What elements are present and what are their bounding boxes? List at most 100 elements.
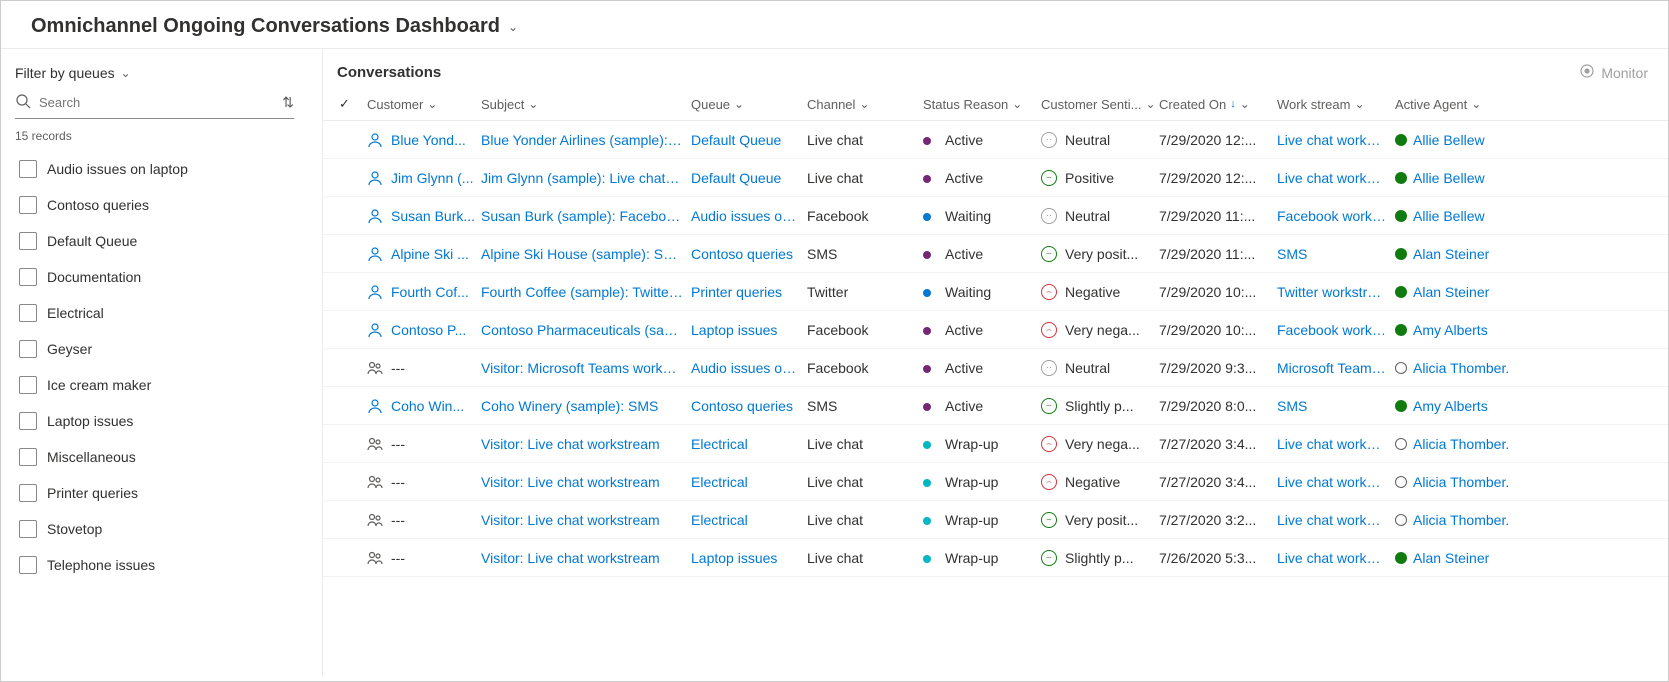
customer-link[interactable]: Alpine Ski ...: [391, 246, 469, 262]
col-status[interactable]: Status Reason ⌄: [923, 96, 1041, 112]
queue-link[interactable]: Electrical: [691, 474, 807, 490]
table-row[interactable]: Susan Burk... Susan Burk (sample): Facebo…: [323, 197, 1668, 235]
table-row[interactable]: ---Visitor: Live chat workstreamLaptop i…: [323, 539, 1668, 577]
queue-item[interactable]: Geyser: [15, 331, 310, 367]
queue-link[interactable]: Contoso queries: [691, 246, 807, 262]
queue-item[interactable]: Contoso queries: [15, 187, 310, 223]
table-row[interactable]: ---Visitor: Live chat workstreamElectric…: [323, 463, 1668, 501]
table-row[interactable]: Blue Yond... Blue Yonder Airlines (sample…: [323, 121, 1668, 159]
agent-link[interactable]: Alicia Thomber.: [1413, 512, 1509, 528]
queue-item[interactable]: Audio issues on laptop: [15, 151, 310, 187]
search-input[interactable]: [39, 95, 274, 110]
queue-item[interactable]: Printer queries: [15, 475, 310, 511]
col-subject[interactable]: Subject ⌄: [481, 96, 691, 112]
col-channel[interactable]: Channel ⌄: [807, 96, 923, 112]
customer-link[interactable]: Jim Glynn (...: [391, 170, 473, 186]
agent-link[interactable]: Allie Bellew: [1413, 132, 1485, 148]
table-row[interactable]: Jim Glynn (...Jim Glynn (sample): Live c…: [323, 159, 1668, 197]
workstream-link[interactable]: Twitter workstream: [1277, 284, 1395, 300]
workstream-link[interactable]: Microsoft Teams w: [1277, 360, 1395, 376]
workstream-link[interactable]: SMS: [1277, 246, 1395, 262]
agent-link[interactable]: Alan Steiner: [1413, 284, 1489, 300]
col-queue[interactable]: Queue ⌄: [691, 96, 807, 112]
customer-link[interactable]: Blue Yond...: [391, 132, 466, 148]
subject-link[interactable]: Susan Burk (sample): Facebook wor: [481, 208, 691, 224]
col-created[interactable]: Created On ↓ ⌄: [1159, 96, 1277, 112]
queue-item[interactable]: Stovetop: [15, 511, 310, 547]
agent-link[interactable]: Allie Bellew: [1413, 170, 1485, 186]
subject-link[interactable]: Visitor: Live chat workstream: [481, 550, 691, 566]
queue-link[interactable]: Default Queue: [691, 170, 807, 186]
workstream-link[interactable]: Facebook workstre: [1277, 208, 1395, 224]
workstream-link[interactable]: SMS: [1277, 398, 1395, 414]
agent-link[interactable]: Alan Steiner: [1413, 246, 1489, 262]
table-row[interactable]: Contoso P... Contoso Pharmaceuticals (sam…: [323, 311, 1668, 349]
table-row[interactable]: Coho Win...Coho Winery (sample): SMSCont…: [323, 387, 1668, 425]
queue-checkbox[interactable]: [19, 340, 37, 358]
queue-link[interactable]: Default Queue: [691, 132, 807, 148]
queue-checkbox[interactable]: [19, 484, 37, 502]
workstream-link[interactable]: Facebook workstre: [1277, 322, 1395, 338]
subject-link[interactable]: Contoso Pharmaceuticals (sample):: [481, 322, 691, 338]
agent-link[interactable]: Amy Alberts: [1413, 398, 1488, 414]
workstream-link[interactable]: Live chat workstrea: [1277, 550, 1395, 566]
filter-dropdown[interactable]: Filter by queues ⌄: [15, 65, 318, 81]
customer-link[interactable]: Susan Burk...: [391, 208, 475, 224]
col-customer[interactable]: Customer ⌄: [363, 96, 481, 112]
subject-link[interactable]: Fourth Coffee (sample): Twitter wor: [481, 284, 691, 300]
queue-item[interactable]: Documentation: [15, 259, 310, 295]
queue-item[interactable]: Electrical: [15, 295, 310, 331]
table-row[interactable]: ---Visitor: Live chat workstreamElectric…: [323, 425, 1668, 463]
queue-checkbox[interactable]: [19, 448, 37, 466]
workstream-link[interactable]: Live chat workstrea: [1277, 474, 1395, 490]
col-workstream[interactable]: Work stream ⌄: [1277, 96, 1395, 112]
agent-link[interactable]: Alan Steiner: [1413, 550, 1489, 566]
title-dropdown[interactable]: Omnichannel Ongoing Conversations Dashbo…: [31, 15, 1638, 38]
customer-link[interactable]: Contoso P...: [391, 322, 466, 338]
queue-checkbox[interactable]: [19, 160, 37, 178]
queue-checkbox[interactable]: [19, 232, 37, 250]
queue-checkbox[interactable]: [19, 376, 37, 394]
queue-link[interactable]: Electrical: [691, 512, 807, 528]
workstream-link[interactable]: Live chat workstrea: [1277, 132, 1395, 148]
queue-checkbox[interactable]: [19, 196, 37, 214]
subject-link[interactable]: Coho Winery (sample): SMS: [481, 398, 691, 414]
queue-checkbox[interactable]: [19, 304, 37, 322]
col-agent[interactable]: Active Agent ⌄: [1395, 96, 1535, 112]
customer-link[interactable]: Fourth Cof...: [391, 284, 469, 300]
workstream-link[interactable]: Live chat workstrea: [1277, 170, 1395, 186]
queue-link[interactable]: Laptop issues: [691, 322, 807, 338]
queue-item[interactable]: Default Queue: [15, 223, 310, 259]
agent-link[interactable]: Amy Alberts: [1413, 322, 1488, 338]
subject-link[interactable]: Visitor: Live chat workstream: [481, 436, 691, 452]
queue-item[interactable]: Telephone issues: [15, 547, 310, 583]
agent-link[interactable]: Alicia Thomber.: [1413, 474, 1509, 490]
subject-link[interactable]: Visitor: Live chat workstream: [481, 474, 691, 490]
col-sentiment[interactable]: Customer Senti... ⌄: [1041, 96, 1159, 112]
table-row[interactable]: ---Visitor: Microsoft Teams workstreanAu…: [323, 349, 1668, 387]
queue-link[interactable]: Laptop issues: [691, 550, 807, 566]
queue-checkbox[interactable]: [19, 520, 37, 538]
subject-link[interactable]: Visitor: Live chat workstream: [481, 512, 691, 528]
table-row[interactable]: Fourth Cof... Fourth Coffee (sample): Twi…: [323, 273, 1668, 311]
queue-checkbox[interactable]: [19, 268, 37, 286]
queue-link[interactable]: Audio issues on lap: [691, 360, 807, 376]
queue-item[interactable]: Laptop issues: [15, 403, 310, 439]
agent-link[interactable]: Alicia Thomber.: [1413, 360, 1509, 376]
queue-link[interactable]: Printer queries: [691, 284, 807, 300]
queue-checkbox[interactable]: [19, 556, 37, 574]
subject-link[interactable]: Visitor: Microsoft Teams workstrean: [481, 360, 691, 376]
customer-link[interactable]: Coho Win...: [391, 398, 464, 414]
agent-link[interactable]: Allie Bellew: [1413, 208, 1485, 224]
subject-link[interactable]: Alpine Ski House (sample): SMS: [481, 246, 691, 262]
queue-link[interactable]: Audio issues on lap: [691, 208, 807, 224]
monitor-button[interactable]: Monitor: [1579, 63, 1648, 82]
queue-checkbox[interactable]: [19, 412, 37, 430]
table-row[interactable]: ---Visitor: Live chat workstreamElectric…: [323, 501, 1668, 539]
table-row[interactable]: Alpine Ski ... Alpine Ski House (sample):…: [323, 235, 1668, 273]
subject-link[interactable]: Blue Yonder Airlines (sample): Live c: [481, 132, 691, 148]
queue-item[interactable]: Ice cream maker: [15, 367, 310, 403]
sort-icon[interactable]: ⇅: [282, 94, 294, 111]
agent-link[interactable]: Alicia Thomber.: [1413, 436, 1509, 452]
workstream-link[interactable]: Live chat workstrea: [1277, 512, 1395, 528]
